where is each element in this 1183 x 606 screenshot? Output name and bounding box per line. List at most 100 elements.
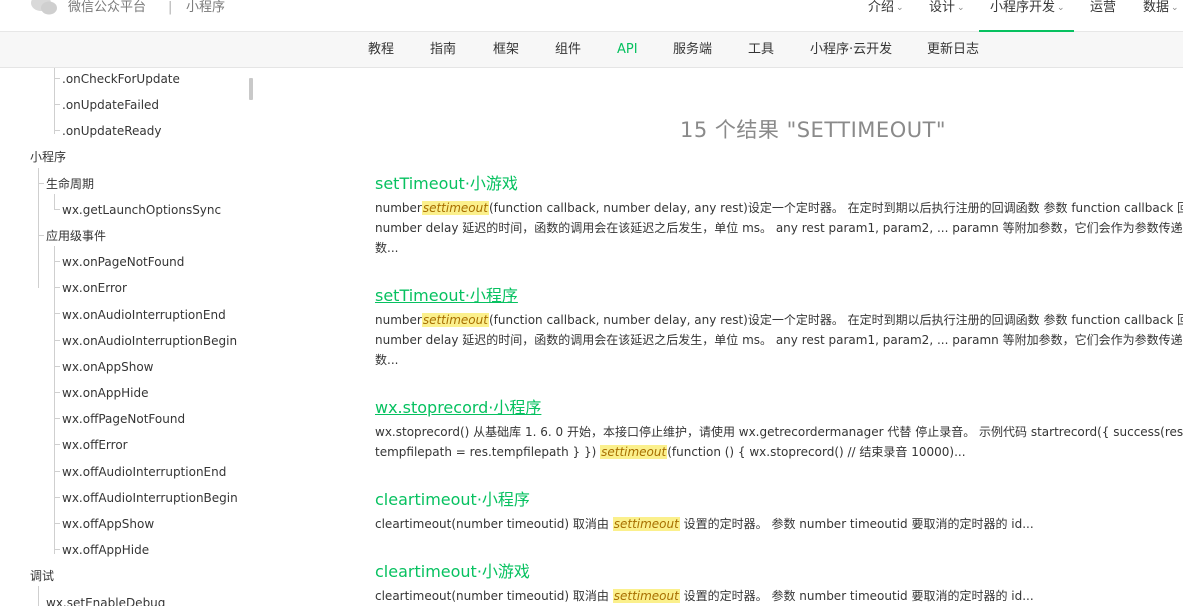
result-snippet: numbersettimeout(function callback, numb… xyxy=(375,310,1183,370)
result-title-link[interactable]: wx.stoprecord·小程序 xyxy=(375,398,1183,418)
chevron-down-icon: ⌄ xyxy=(896,3,904,13)
topnav-dev[interactable]: 小程序开发 ⌄ xyxy=(979,0,1074,32)
tree-guide-line xyxy=(54,246,55,554)
sidebar-item-oncheckforupdate[interactable]: .onCheckForUpdate xyxy=(62,71,180,87)
search-result: cleartimeout·小游戏 cleartimeout(number tim… xyxy=(375,562,1183,606)
snippet-line: 数... xyxy=(375,241,399,255)
topnav-design[interactable]: 设计 ⌄ xyxy=(929,0,965,32)
tab-cloud-dev[interactable]: 小程序·云开发 xyxy=(810,41,892,59)
sidebar-item-offerror[interactable]: wx.offError xyxy=(62,437,128,453)
search-highlight: settimeout xyxy=(612,517,680,531)
topnav-operation-label: 运营 xyxy=(1090,0,1117,15)
result-title-link[interactable]: setTimeout·小游戏 xyxy=(375,174,1183,194)
search-highlight: settimeout xyxy=(421,313,489,327)
tab-tutorial[interactable]: 教程 xyxy=(368,41,394,59)
tab-api[interactable]: API xyxy=(617,41,638,59)
sidebar-item-offaudiointerruptionend[interactable]: wx.offAudioInterruptionEnd xyxy=(62,464,226,480)
tree-guide-tick xyxy=(54,549,60,550)
tree-guide-tick xyxy=(54,313,60,314)
sidebar-item-offapphide[interactable]: wx.offAppHide xyxy=(62,542,149,558)
chevron-down-icon: ⌄ xyxy=(1057,3,1065,13)
tree-guide-tick xyxy=(38,183,44,184)
top-header: 微信公众平台 | 小程序 介绍 ⌄ 设计 ⌄ 小程序开发 ⌄ 运营 数据 ⌄ xyxy=(0,0,1183,32)
sidebar-item-setenabledebug[interactable]: wx.setEnableDebug xyxy=(46,595,165,606)
sidebar-item-onupdateready[interactable]: .onUpdateReady xyxy=(62,123,161,139)
sidebar-item-onpagenotfound[interactable]: wx.onPageNotFound xyxy=(62,254,184,270)
tree-guide-tick xyxy=(54,471,60,472)
tree-guide-tick xyxy=(54,340,60,341)
tab-tools[interactable]: 工具 xyxy=(748,41,774,59)
search-highlight: settimeout xyxy=(600,445,668,459)
tree-guide-tick xyxy=(54,130,60,131)
snippet-text: (function callback, number delay, any re… xyxy=(488,313,1183,327)
sidebar-item-onaudiointerruptionbegin[interactable]: wx.onAudioInterruptionBegin xyxy=(62,333,237,349)
topnav-operation[interactable]: 运营 xyxy=(1090,0,1116,32)
sidebar-scrollbar[interactable] xyxy=(249,78,253,100)
snippet-text: number xyxy=(375,313,422,327)
tree-guide-tick xyxy=(38,235,44,236)
snippet-text: 设置的定时器。 参数 number timeoutid 要取消的定时器的 id.… xyxy=(679,589,1034,603)
result-snippet: cleartimeout(number timeoutid) 取消由 setti… xyxy=(375,514,1183,534)
brand-title[interactable]: 微信公众平台 xyxy=(68,0,146,16)
chevron-down-icon: ⌄ xyxy=(1171,3,1179,13)
tree-guide-tick xyxy=(54,287,60,288)
sidebar-group-lifecycle[interactable]: 生命周期 xyxy=(46,176,94,192)
api-sidebar: .onCheckForUpdate .onUpdateFailed .onUpd… xyxy=(0,68,260,606)
sidebar-item-offpagenotfound[interactable]: wx.offPageNotFound xyxy=(62,411,185,427)
snippet-line: cleartimeout(number timeoutid) 取消由 setti… xyxy=(375,514,1183,534)
sidebar-item-onappshow[interactable]: wx.onAppShow xyxy=(62,359,154,375)
snippet-text: 设置的定时器。 参数 number timeoutid 要取消的定时器的 id.… xyxy=(679,517,1034,531)
sidebar-item-getlaunchoptionssync[interactable]: wx.getLaunchOptionsSync xyxy=(62,202,221,218)
tab-framework[interactable]: 框架 xyxy=(493,41,519,59)
topnav-data-label: 数据 xyxy=(1143,0,1170,15)
tree-guide-tick xyxy=(54,366,60,367)
tree-guide-tick xyxy=(54,209,60,210)
search-highlight: settimeout xyxy=(421,201,489,215)
sidebar-group-app-events[interactable]: 应用级事件 xyxy=(46,228,106,244)
snippet-line: wx.stoprecord() 从基础库 1. 6. 0 开始，本接口停止维护，… xyxy=(375,425,1183,439)
sidebar-item-offappshow[interactable]: wx.offAppShow xyxy=(62,516,154,532)
sidebar-group-debug[interactable]: 调试 xyxy=(30,568,54,584)
topnav-intro-label: 介绍 xyxy=(868,0,895,15)
topnav-data[interactable]: 数据 ⌄ xyxy=(1143,0,1179,32)
sidebar-item-onerror[interactable]: wx.onError xyxy=(62,280,127,296)
sidebar-item-offaudiointerruptionbegin[interactable]: wx.offAudioInterruptionBegin xyxy=(62,490,238,506)
sidebar-item-onapphide[interactable]: wx.onAppHide xyxy=(62,385,148,401)
snippet-line: cleartimeout(number timeoutid) 取消由 setti… xyxy=(375,586,1183,606)
topnav-dev-label: 小程序开发 xyxy=(990,0,1056,15)
snippet-text: (function () { wx.stoprecord() // 结束录音 1… xyxy=(667,445,966,459)
search-result: setTimeout·小游戏 numbersettimeout(function… xyxy=(375,174,1183,258)
tab-components[interactable]: 组件 xyxy=(555,41,581,59)
sidebar-group-miniprogram[interactable]: 小程序 xyxy=(30,149,66,165)
snippet-text: tempfilepath = res.tempfilepath } }) xyxy=(375,445,601,459)
snippet-line: number delay 延迟的时间，函数的调用会在该延迟之后发生，单位 ms。… xyxy=(375,333,1183,347)
tree-guide-tick xyxy=(54,444,60,445)
snippet-line: 数... xyxy=(375,353,399,367)
tab-server[interactable]: 服务端 xyxy=(673,41,712,59)
tree-guide-tick xyxy=(54,418,60,419)
wechat-logo-icon xyxy=(31,0,57,15)
chevron-down-icon: ⌄ xyxy=(957,3,965,13)
result-snippet: wx.stoprecord() 从基础库 1. 6. 0 开始，本接口停止维护，… xyxy=(375,422,1183,462)
tab-guide[interactable]: 指南 xyxy=(430,41,456,59)
search-results-heading: 15 个结果 "SETTIMEOUT" xyxy=(680,118,947,142)
topnav-intro[interactable]: 介绍 ⌄ xyxy=(868,0,904,32)
snippet-text: (function callback, number delay, any re… xyxy=(488,201,1183,215)
brand-separator: | xyxy=(168,0,173,15)
result-title-link[interactable]: cleartimeout·小程序 xyxy=(375,490,1183,510)
tree-guide-tick xyxy=(54,104,60,105)
result-title-link[interactable]: cleartimeout·小游戏 xyxy=(375,562,1183,582)
snippet-line: numbersettimeout(function callback, numb… xyxy=(375,198,1183,218)
snippet-line: tempfilepath = res.tempfilepath } }) set… xyxy=(375,442,1183,462)
result-title-link[interactable]: setTimeout·小程序 xyxy=(375,286,1183,306)
tree-guide-tick xyxy=(54,523,60,524)
tree-guide-tick xyxy=(54,392,60,393)
snippet-text: cleartimeout(number timeoutid) 取消由 xyxy=(375,517,613,531)
brand-subtitle[interactable]: 小程序 xyxy=(186,0,225,16)
tab-changelog[interactable]: 更新日志 xyxy=(927,41,979,59)
sidebar-item-onaudiointerruptionend[interactable]: wx.onAudioInterruptionEnd xyxy=(62,307,226,323)
result-snippet: cleartimeout(number timeoutid) 取消由 setti… xyxy=(375,586,1183,606)
sidebar-item-onupdatefailed[interactable]: .onUpdateFailed xyxy=(62,97,159,113)
tree-guide-line xyxy=(54,194,55,210)
tree-guide-line xyxy=(38,586,39,606)
